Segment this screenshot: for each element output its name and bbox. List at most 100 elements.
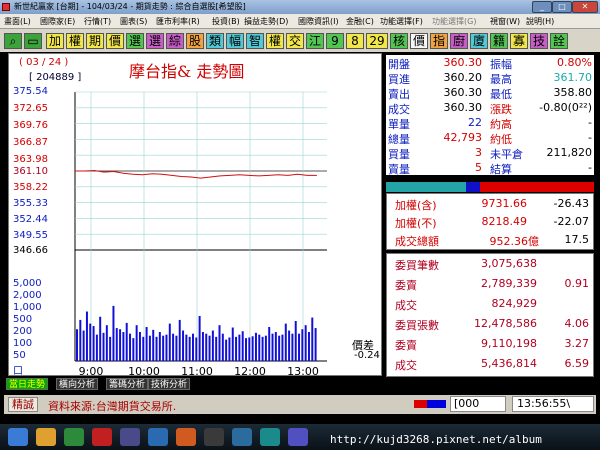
minimize-button[interactable]: _ [532,1,552,13]
order-ratio: 4.06 [564,317,590,330]
menu-item[interactable]: 說明(H) [526,14,554,29]
order-row: 成交 5,436,814 6.59 [387,356,593,374]
close-button[interactable]: ✕ [572,1,598,13]
folder-icon[interactable] [36,428,56,446]
quote-label: 漲跌 [490,103,512,116]
app-icon[interactable] [120,428,140,446]
index-row: 成交總額 952.36億 17.5 [387,232,593,250]
toolbar-button[interactable]: 權 [66,33,84,49]
toolbar-button[interactable]: 9 [326,33,344,49]
quote-value: 360.30 [443,56,483,69]
order-ratio: 0.91 [564,277,590,290]
menu-item[interactable]: 功能選擇(F) [380,14,423,29]
toolbar-button[interactable]: 8 [346,33,364,49]
menu-item[interactable]: 功能選擇(G) [432,14,476,29]
menu-item[interactable]: 匯市利率(R) [156,14,200,29]
order-row: 成交 824,929 [387,296,593,314]
toolbar-button[interactable]: 類 [206,33,224,49]
toolbar-button[interactable]: 價 [106,33,124,49]
app-icon[interactable] [288,428,308,446]
x-tick-label: 12:00 [234,365,266,377]
toolbar-button[interactable]: 選 [146,33,164,49]
toolbar-button[interactable]: 選 [126,33,144,49]
status-time: 13:56:55\ [512,396,594,412]
app-icon[interactable] [204,428,224,446]
app-icon[interactable] [176,428,196,446]
toolbar-button[interactable]: 寡 [510,33,528,49]
x-tick-label: 11:00 [181,365,213,377]
app-icon[interactable] [92,428,112,446]
toolbar-button[interactable]: 交 [286,33,304,49]
toolbar-button[interactable]: 價 [410,33,428,49]
toolbar-button[interactable]: 廈 [470,33,488,49]
toolbar-button[interactable]: 期 [86,33,104,49]
quote-label: 買量 [388,148,410,161]
quote-label: 約低 [490,133,512,146]
menu-item[interactable]: 國際資訊(I) [298,14,339,29]
status-button[interactable]: 精誠 [8,397,38,412]
x-tick-label: 13:00 [287,365,319,377]
quote-value: - [588,131,592,144]
app-icon[interactable] [260,428,280,446]
quote-value: 5 [475,161,482,174]
tab-technical[interactable]: 技術分析 [148,378,191,390]
window-icon[interactable]: ▭ [24,33,42,49]
app-icon[interactable] [232,428,252,446]
toolbar-button[interactable]: 加 [46,33,64,49]
toolbar-button[interactable]: 29 [366,33,388,49]
menu-item[interactable]: 金融(C) [346,14,374,29]
maximize-button[interactable]: □ [552,1,572,13]
menu-item[interactable]: 視窗(W) [490,14,520,29]
quote-row: 賣量 5 結算 - [386,161,594,176]
quote-row: 單量 22 約高 - [386,116,594,131]
toolbar-button[interactable]: 綜 [166,33,184,49]
quote-value: 361.70 [553,71,593,84]
start-icon[interactable] [8,428,28,446]
toolbar-button[interactable]: 詮 [550,33,568,49]
quote-label: 最低 [490,88,512,101]
tab-chips[interactable]: 籌碼分析 [106,378,149,390]
toolbar-button[interactable]: 智 [246,33,264,49]
quote-value: - [588,116,592,129]
index-row: 加權(含) 9731.66 -26.43 [387,196,593,214]
app-icon[interactable] [64,428,84,446]
index-value: 952.36億 [489,235,540,248]
order-row: 委賣 2,789,339 0.91 [387,276,593,294]
menu-item[interactable]: 圖表(S) [120,14,147,29]
quote-value: 211,820 [546,146,593,159]
tab-intraday[interactable]: 當日走勢 [6,378,49,390]
toolbar-button[interactable]: 指 [430,33,448,49]
toolbar-button[interactable]: 江 [306,33,324,49]
view-tabs: 當日走勢 橫向分析 籌碼分析 技術分析 [6,378,594,390]
menu-item[interactable]: 畫面(L) [4,14,31,29]
quote-value: 360.30 [443,86,483,99]
search-icon[interactable]: ⌕ [4,33,22,49]
quote-label: 振幅 [490,58,512,71]
tab-horizontal[interactable]: 橫向分析 [56,378,99,390]
app-icon[interactable] [148,428,168,446]
order-ratio: 6.59 [564,357,590,370]
buy-sell-bar [386,178,594,192]
quote-label: 單量 [388,118,410,131]
order-value: 824,929 [491,297,538,310]
menu-item[interactable]: 行情(T) [84,14,111,29]
toolbar-button[interactable]: 幅 [226,33,244,49]
menu-item[interactable]: 損益走勢(D) [244,14,288,29]
menu-item[interactable]: 國際家(E) [40,14,75,29]
quote-label: 開盤 [388,58,410,71]
toolbar-button[interactable]: 權 [266,33,284,49]
toolbar-button[interactable]: 籍 [490,33,508,49]
buy-sell-marker [466,182,480,192]
orders-panel: 委買筆數 3,075,638 委賣 2,789,339 0.91 成交 824,… [386,253,594,377]
toolbar-button[interactable]: 廚 [450,33,468,49]
quote-label: 未平倉 [490,148,523,161]
quote-value: 42,793 [443,131,483,144]
status-code: [000 [450,396,506,412]
menu-item[interactable]: 投資(B) [212,14,240,29]
toolbar-button[interactable]: 股 [186,33,204,49]
quote-value: 22 [468,116,482,129]
toolbar-button[interactable]: 技 [530,33,548,49]
order-ratio: 3.27 [564,337,590,350]
quote-label: 賣量 [388,163,410,176]
toolbar-button[interactable]: 核 [390,33,408,49]
